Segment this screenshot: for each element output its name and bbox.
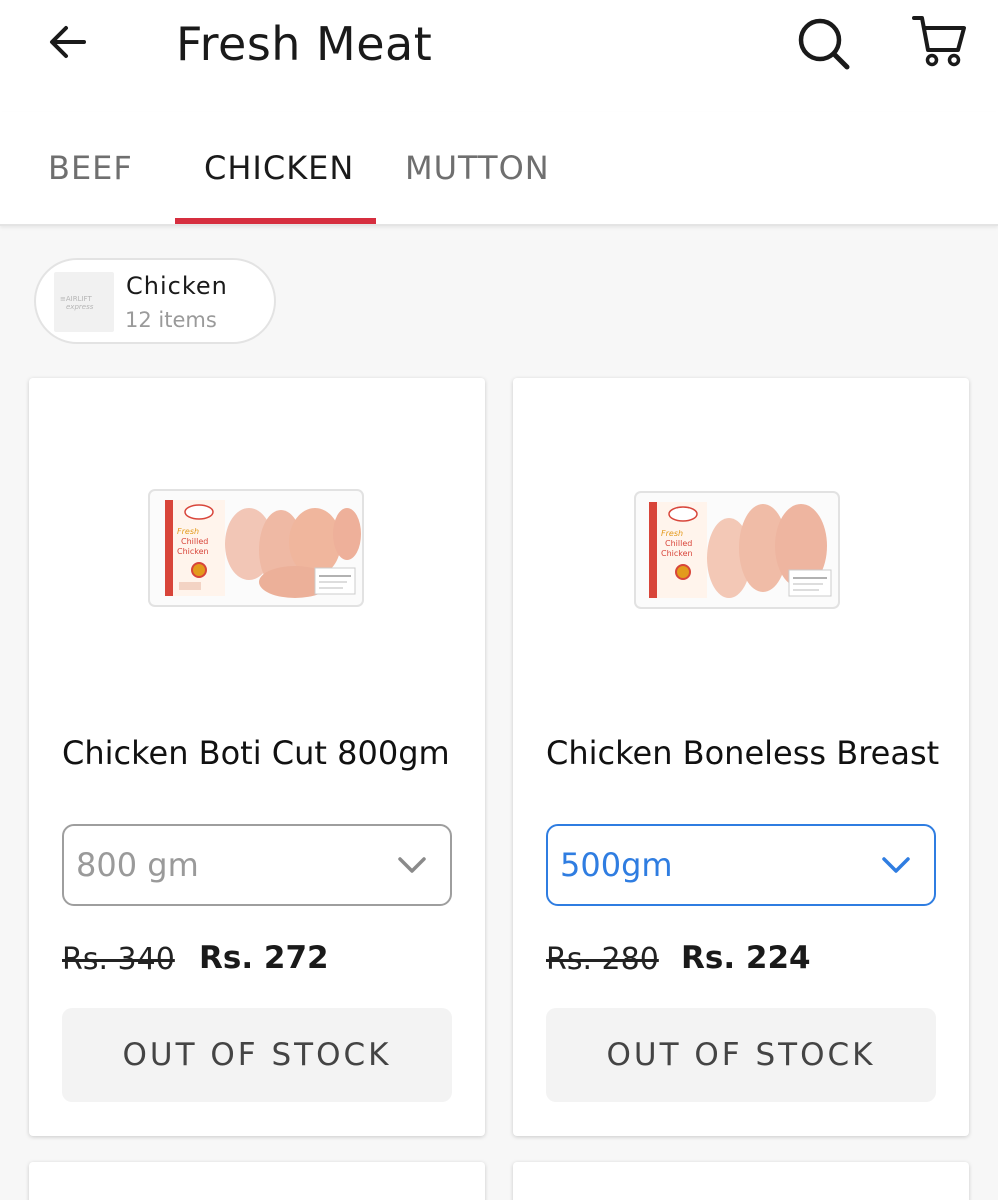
sale-price: Rs. 224: [681, 940, 811, 976]
search-icon: [798, 18, 850, 70]
svg-text:Fresh: Fresh: [177, 527, 199, 536]
active-tab-indicator: [175, 218, 376, 224]
svg-text:Chicken: Chicken: [661, 549, 693, 558]
svg-text:Chilled: Chilled: [665, 539, 692, 548]
original-price: Rs. 280: [546, 942, 659, 977]
svg-text:Chilled: Chilled: [181, 537, 208, 546]
product-card[interactable]: [29, 1162, 485, 1200]
svg-text:Chicken: Chicken: [177, 547, 209, 556]
arrow-left-icon: [50, 26, 86, 58]
svg-text:Fresh: Fresh: [661, 529, 683, 538]
out-of-stock-button[interactable]: OUT OF STOCK: [546, 1008, 936, 1102]
product-card[interactable]: [513, 1162, 969, 1200]
tab-mutton[interactable]: MUTTON: [405, 148, 550, 188]
cart-icon: [912, 16, 966, 67]
category-tabs: BEEF CHICKEN MUTTON: [0, 112, 998, 226]
chevron-down-icon: [398, 857, 426, 873]
tab-beef[interactable]: BEEF: [48, 148, 133, 188]
search-button[interactable]: [792, 12, 854, 74]
product-image: Fresh Chilled Chicken: [634, 491, 840, 609]
svg-text:≡AIRLIFT: ≡AIRLIFT: [60, 295, 92, 303]
product-name: Chicken Boti Cut 800gm: [62, 734, 450, 772]
variant-select[interactable]: 500gm: [546, 824, 936, 906]
chevron-down-icon: [882, 857, 910, 873]
back-button[interactable]: [40, 14, 96, 70]
chip-item-count: 12 items: [125, 308, 217, 332]
subcategory-chip[interactable]: ≡AIRLIFT express Chicken 12 items: [34, 258, 276, 344]
tab-chicken[interactable]: CHICKEN: [204, 148, 354, 188]
product-card[interactable]: Fresh Chilled Chicken Chicken Boneless B…: [513, 378, 969, 1136]
cart-button[interactable]: [908, 10, 970, 72]
variant-select[interactable]: 800 gm: [62, 824, 452, 906]
app-bar: Fresh Meat: [0, 0, 998, 112]
out-of-stock-button[interactable]: OUT OF STOCK: [62, 1008, 452, 1102]
airlift-logo: ≡AIRLIFT express: [54, 272, 114, 332]
variant-value: 500gm: [560, 846, 673, 884]
original-price: Rs. 340: [62, 942, 175, 977]
svg-text:express: express: [66, 303, 94, 311]
sale-price: Rs. 272: [199, 940, 329, 976]
product-image: Fresh Chilled Chicken: [148, 489, 364, 607]
chip-title: Chicken: [126, 272, 228, 300]
variant-value: 800 gm: [76, 846, 199, 884]
page-title: Fresh Meat: [176, 17, 433, 71]
product-name: Chicken Boneless Breast: [546, 734, 940, 772]
product-card[interactable]: Fresh Chilled Chicken Chicken Boti Cut 8…: [29, 378, 485, 1136]
